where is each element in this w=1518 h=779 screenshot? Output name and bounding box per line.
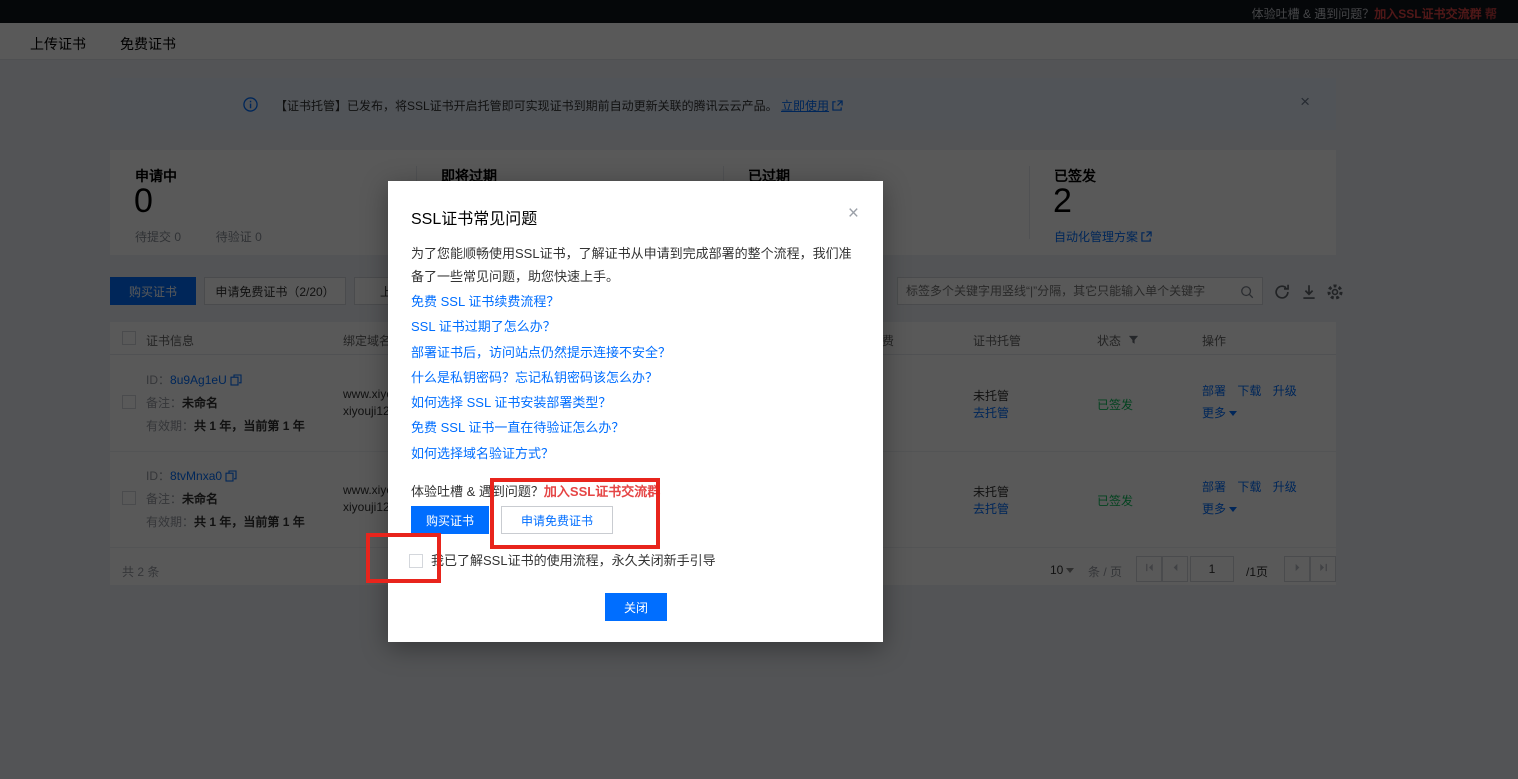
faq-link-renewal[interactable]: 免费 SSL 证书续费流程？ [411, 291, 671, 316]
modal-intro-text: 为了您能顺畅使用SSL证书，了解证书从申请到完成部署的整个流程，我们准备了一些常… [411, 243, 861, 289]
ssl-faq-modal: SSL证书常见问题 × 为了您能顺畅使用SSL证书，了解证书从申请到完成部署的整… [388, 181, 883, 642]
modal-close-button[interactable]: 关闭 [605, 593, 667, 621]
dismiss-guide-row: 我已了解SSL证书的使用流程，永久关闭新手引导 [409, 550, 716, 569]
faq-link-pending-validation[interactable]: 免费 SSL 证书一直在待验证怎么办？ [411, 417, 671, 442]
ssl-console-page: 体验吐槽 & 遇到问题？加入SSL证书交流群 帮 上传证书 免费证书 【证书托管… [0, 0, 1518, 779]
faq-link-list: 免费 SSL 证书续费流程？ SSL 证书过期了怎么办？ 部署证书后，访问站点仍… [411, 291, 671, 468]
dismiss-guide-label: 我已了解SSL证书的使用流程，永久关闭新手引导 [431, 553, 716, 568]
annotation-rect-checkbox [366, 533, 441, 583]
faq-link-private-key[interactable]: 什么是私钥密码？忘记私钥密码该怎么办？ [411, 367, 671, 392]
modal-title: SSL证书常见问题 [411, 205, 537, 229]
faq-link-insecure[interactable]: 部署证书后，访问站点仍然提示连接不安全？ [411, 342, 671, 367]
modal-close-icon[interactable]: × [848, 203, 859, 225]
modal-buy-cert-button[interactable]: 购买证书 [411, 506, 489, 534]
faq-link-expired[interactable]: SSL 证书过期了怎么办？ [411, 316, 671, 341]
annotation-rect-free-cert [490, 478, 660, 549]
faq-link-deploy-type[interactable]: 如何选择 SSL 证书安装部署类型？ [411, 392, 671, 417]
faq-link-domain-validation[interactable]: 如何选择域名验证方式？ [411, 443, 671, 468]
